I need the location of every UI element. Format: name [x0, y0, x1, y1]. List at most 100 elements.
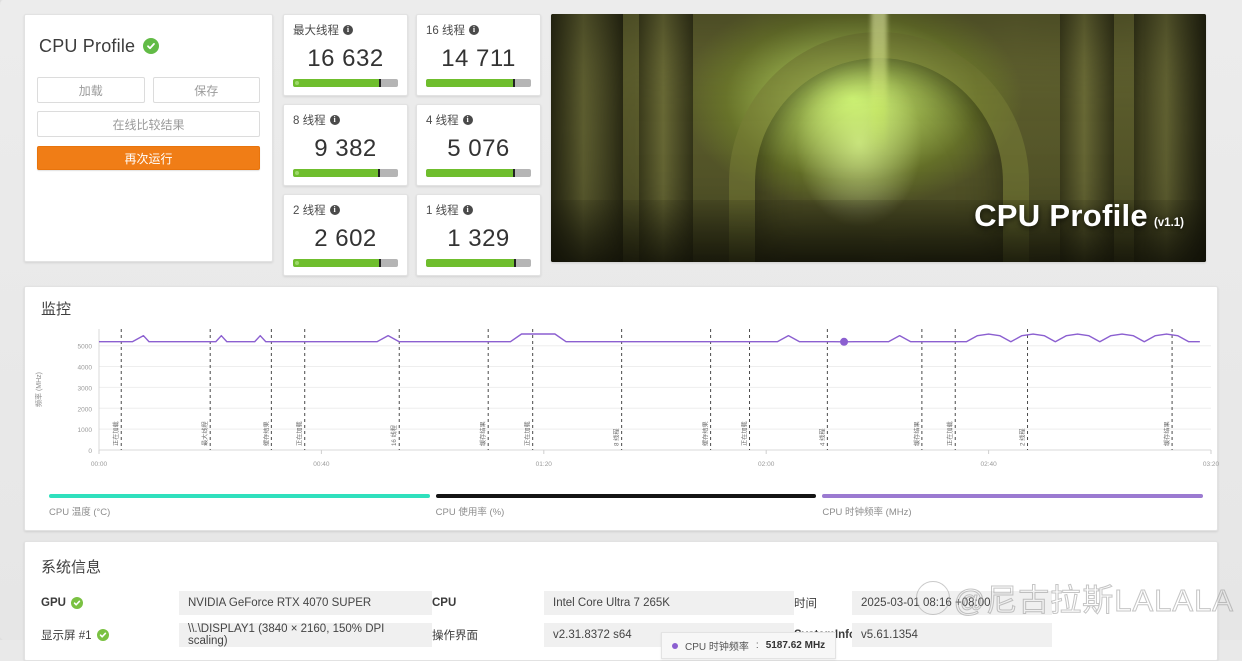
tooltip-series-dot: [672, 642, 678, 649]
score-card: 2 线程 i 2 602: [283, 194, 408, 276]
monitoring-panel: 监控 0 1000 2000 3000 4000 5000 频率 (MHz) 00:00 00:…: [24, 286, 1220, 659]
svg-text:缓存结果: 缓存结果: [702, 421, 710, 446]
score-bar: [293, 259, 398, 267]
svg-text:缓存结果: 缓存结果: [1163, 421, 1171, 446]
check-badge-icon: [70, 597, 83, 609]
info-icon[interactable]: i: [462, 205, 473, 215]
svg-text:2000: 2000: [78, 406, 93, 413]
legend-item-cpu-clock[interactable]: CPU 时钟频率 (MHz): [822, 494, 1204, 518]
legend-label: CPU 使用率 (%): [435, 507, 505, 518]
hero-banner: CPU Profile (v1.1): [551, 14, 1206, 262]
monitoring-chart[interactable]: 0 1000 2000 3000 4000 5000 频率 (MHz) 00:00 00:40 0…: [25, 321, 1220, 496]
sysinfo-value-gpu: NVIDIA GeForce RTX 4070 SUPER: [179, 591, 432, 615]
sysinfo-value-systeminfo: v5.61.1354: [852, 623, 1052, 647]
svg-text:正在加载: 正在加载: [741, 421, 749, 446]
score-card-label: 1 线程: [426, 205, 459, 217]
score-card: 最大线程 i 16 632: [283, 14, 408, 96]
score-card-label: 8 线程: [293, 115, 326, 127]
check-badge-icon: [143, 38, 160, 54]
svg-text:03:20: 03:20: [1203, 461, 1219, 468]
sysinfo-key-cpu: CPU: [432, 597, 457, 609]
svg-text:正在加载: 正在加载: [524, 421, 532, 446]
svg-text:02:00: 02:00: [758, 461, 775, 468]
score-bar-tick: [379, 259, 382, 267]
score-card: 8 线程 i 9 382: [283, 104, 408, 186]
svg-text:02:40: 02:40: [980, 461, 997, 468]
sysinfo-key-label: GPU: [41, 597, 66, 609]
score-bar: [293, 169, 398, 177]
info-icon[interactable]: i: [469, 25, 479, 35]
svg-text:4 线程: 4 线程: [818, 428, 826, 446]
system-info-title: 系统信息: [41, 559, 102, 576]
sysinfo-key-label: 显示屏 #1: [41, 630, 92, 642]
score-bar-dot: [295, 171, 299, 175]
score-bar: [293, 79, 398, 87]
svg-text:00:40: 00:40: [313, 461, 330, 468]
score-card: 4 线程 i 5 076: [416, 104, 541, 186]
score-value: 2 602: [314, 224, 377, 252]
compare-online-button[interactable]: 在线比较结果: [37, 111, 260, 137]
tooltip-series-name: CPU 时钟频率: [685, 642, 749, 653]
load-save-row: 加载 保存: [37, 77, 260, 103]
load-button[interactable]: 加载: [37, 77, 145, 103]
info-icon[interactable]: i: [343, 25, 353, 35]
save-button[interactable]: 保存: [152, 77, 260, 103]
hero-title: CPU Profile: [974, 198, 1148, 233]
score-value: 5 076: [447, 134, 510, 162]
score-card-header: 最大线程 i: [293, 22, 398, 38]
sysinfo-value-cpu: Intel Core Ultra 7 265K: [544, 591, 794, 615]
sysinfo-key-ui: 操作界面: [432, 630, 478, 642]
score-value: 14 711: [441, 44, 516, 72]
legend-item-cpu-usage[interactable]: CPU 使用率 (%): [435, 494, 817, 518]
tooltip-separator: :: [755, 640, 759, 651]
rerun-button[interactable]: 再次运行: [37, 146, 260, 170]
info-icon[interactable]: i: [462, 115, 473, 125]
legend-color-bar: [822, 494, 1204, 498]
legend-item-cpu-temp[interactable]: CPU 温度 (°C): [49, 494, 430, 518]
system-info-panel: 系统信息 GPU NVIDIA GeForce RTX 4070 SUPER C…: [24, 541, 1218, 661]
score-card-grid: 最大线程 i 16 632 16 线程 i 14 711 8 线程 i 9 38…: [283, 14, 541, 276]
score-bar: [426, 259, 531, 267]
svg-text:频率 (MHz): 频率 (MHz): [34, 372, 43, 407]
legend-label: CPU 时钟频率 (MHz): [822, 507, 912, 518]
sysinfo-key-display: 显示屏 #1: [41, 627, 179, 643]
info-icon[interactable]: i: [329, 205, 340, 215]
svg-text:00:00: 00:00: [91, 461, 108, 468]
sysinfo-value-time: 2025-03-01 08:16 +08:00: [852, 591, 1052, 615]
svg-text:缓存结果: 缓存结果: [262, 421, 270, 446]
score-value: 1 329: [447, 224, 510, 252]
hero-version: (v1.1): [1153, 217, 1184, 229]
score-value: 9 382: [314, 134, 377, 162]
score-card-header: 1 线程 i: [426, 202, 531, 218]
benchmark-control-panel: CPU Profile 加载 保存 在线比较结果 再次运行: [24, 14, 273, 262]
score-bar-dot: [295, 81, 299, 85]
sysinfo-key-gpu: GPU: [41, 597, 179, 609]
panel-header: CPU Profile: [25, 15, 272, 77]
svg-text:最大线程: 最大线程: [201, 421, 209, 446]
svg-text:缓存结果: 缓存结果: [479, 421, 487, 446]
svg-text:3000: 3000: [78, 385, 93, 392]
score-card-header: 4 线程 i: [426, 112, 531, 128]
score-card-header: 2 线程 i: [293, 202, 398, 218]
check-badge-icon: [96, 629, 109, 641]
panel-body: 加载 保存 在线比较结果 再次运行: [25, 77, 272, 170]
system-info-grid: GPU NVIDIA GeForce RTX 4070 SUPER CPU In…: [41, 591, 1201, 647]
monitoring-title: 监控: [41, 301, 72, 318]
score-card-label: 4 线程: [426, 115, 459, 127]
score-bar-tick: [513, 169, 516, 177]
score-bar-fill: [426, 259, 515, 267]
score-card-label: 2 线程: [293, 205, 326, 217]
score-card-header: 8 线程 i: [293, 112, 398, 128]
score-card-label: 最大线程: [293, 25, 339, 37]
svg-text:01:20: 01:20: [536, 461, 553, 468]
info-icon[interactable]: i: [329, 115, 340, 125]
svg-text:8 线程: 8 线程: [613, 428, 621, 446]
score-bar-tick: [378, 169, 381, 177]
score-bar-fill: [293, 79, 380, 87]
score-card-label: 16 线程: [426, 25, 465, 37]
legend-color-bar: [49, 494, 430, 498]
score-card: 1 线程 i 1 329: [416, 194, 541, 276]
score-value: 16 632: [307, 44, 384, 72]
svg-text:正在加载: 正在加载: [946, 421, 954, 446]
chart-tooltip: CPU 时钟频率 : 5187.62 MHz: [661, 632, 837, 659]
